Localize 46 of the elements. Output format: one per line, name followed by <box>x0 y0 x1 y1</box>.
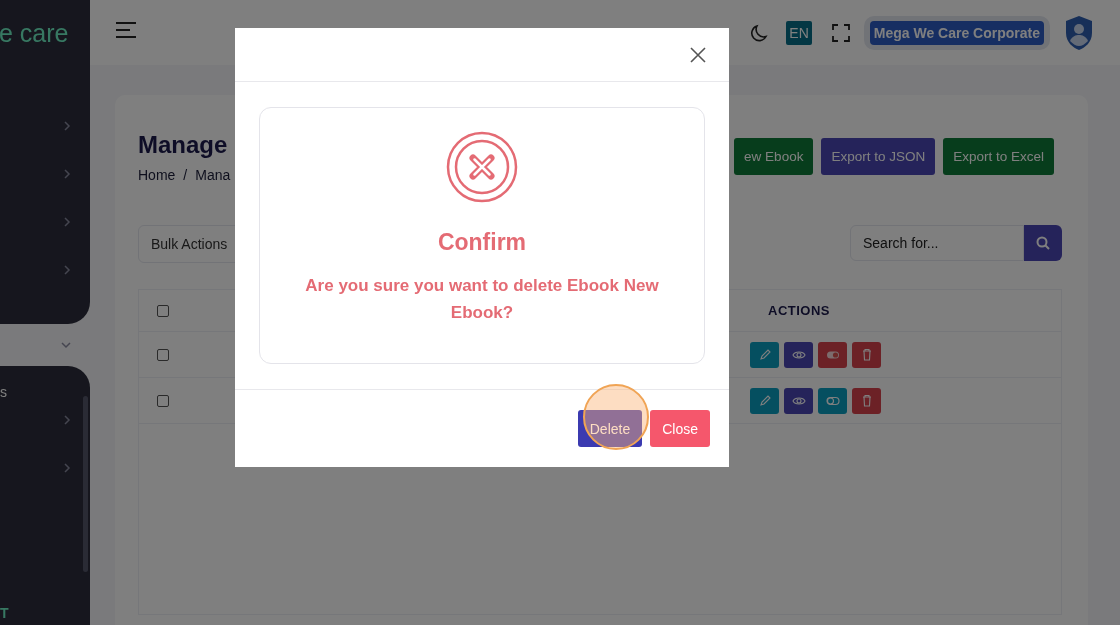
company-button[interactable]: Mega We Care Corporate <box>869 20 1044 45</box>
edit-button[interactable] <box>750 341 779 368</box>
menu-icon[interactable] <box>115 20 137 39</box>
breadcrumb-link[interactable]: Home <box>138 167 176 183</box>
sidebar-footer-label: T <box>0 605 9 621</box>
checkbox[interactable] <box>157 304 169 317</box>
chevron-right-icon[interactable] <box>62 216 72 228</box>
checkbox[interactable] <box>157 394 169 407</box>
header-button[interactable]: Export to Excel <box>943 138 1054 175</box>
dialog-title: Confirm <box>437 229 527 256</box>
checkbox[interactable] <box>157 348 169 361</box>
close-button[interactable]: Close <box>650 410 710 447</box>
chevron-right-icon[interactable] <box>62 414 72 426</box>
header-button[interactable]: ew Ebook <box>734 138 814 175</box>
view-button[interactable] <box>784 387 813 414</box>
search-icon <box>1036 236 1050 250</box>
edit-icon <box>757 393 772 408</box>
edit-button[interactable] <box>750 387 779 414</box>
toggle-status-button[interactable] <box>818 387 847 414</box>
page-title: Manage <box>138 131 229 159</box>
close-icon[interactable] <box>690 46 706 63</box>
column-header: ACTIONS <box>768 303 830 318</box>
delete-button[interactable]: Delete <box>577 410 643 447</box>
chevron-right-icon[interactable] <box>62 462 72 474</box>
breadcrumb-link[interactable]: Mana <box>195 167 231 183</box>
click-highlight <box>583 384 649 450</box>
language-button[interactable]: EN <box>786 20 812 45</box>
chevron-right-icon[interactable] <box>62 264 72 276</box>
fullscreen-icon[interactable] <box>831 23 850 42</box>
logo-text: e care <box>0 18 69 48</box>
toggle-status-button[interactable] <box>818 341 847 368</box>
dialog-message: Are you sure you want to delete Ebook New Ebook? <box>304 275 660 324</box>
chevron-right-icon[interactable] <box>62 120 72 132</box>
avatar-shield-icon[interactable] <box>1064 14 1094 51</box>
error-x-icon <box>446 131 518 203</box>
edit-icon <box>757 347 772 362</box>
chevron-right-icon[interactable] <box>62 168 72 180</box>
breadcrumb-separator: / <box>183 167 188 183</box>
delete-row-button[interactable] <box>852 341 881 368</box>
view-button[interactable] <box>784 341 813 368</box>
sidebar-section-label: s <box>0 384 7 402</box>
search-button[interactable] <box>1024 225 1062 261</box>
header-button[interactable]: Export to JSON <box>821 138 936 175</box>
delete-row-button[interactable] <box>852 387 881 414</box>
chevron-down-icon[interactable] <box>60 340 72 350</box>
search-field[interactable]: Search for... <box>850 225 1024 261</box>
